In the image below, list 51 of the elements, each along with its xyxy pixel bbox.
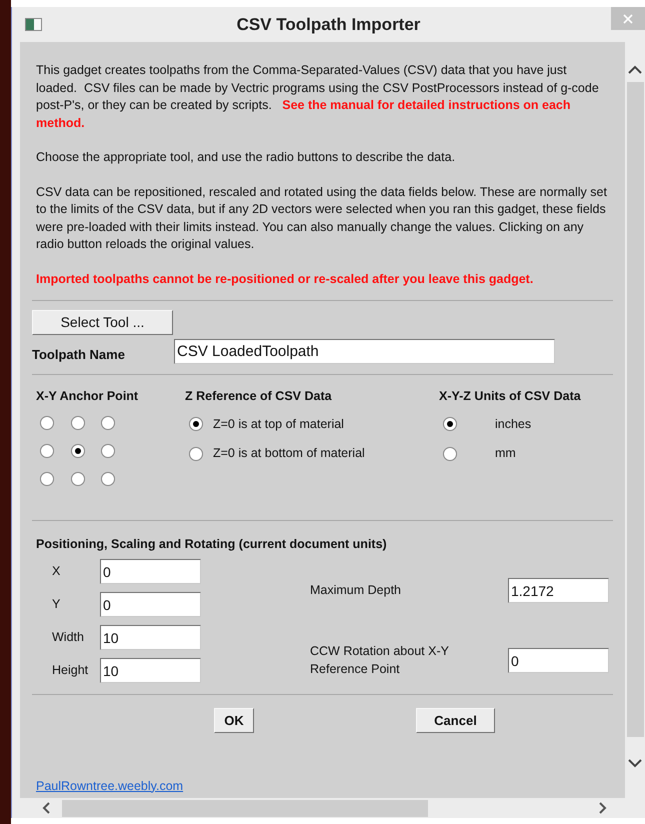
- field-label: Height: [52, 662, 90, 679]
- number-field[interactable]: 10: [100, 658, 201, 683]
- select-tool-button[interactable]: Select Tool ...: [32, 310, 173, 335]
- app-icon: [25, 18, 42, 31]
- radio-button[interactable]: [101, 416, 116, 430]
- radio-button[interactable]: [40, 472, 54, 486]
- depth-field[interactable]: 1.2172: [508, 578, 609, 603]
- radio-button[interactable]: [443, 446, 457, 461]
- rotation-field[interactable]: 0: [508, 648, 609, 673]
- radio-button[interactable]: [40, 416, 54, 430]
- option-label: Z=0 is at bottom of material: [213, 445, 365, 462]
- radio-button[interactable]: [189, 417, 203, 432]
- website-link[interactable]: PaulRowntree.weebly.com: [36, 778, 184, 795]
- warning-text: Imported toolpaths cannot be re-positioned or re-scaled after you leave this gadget.: [36, 270, 534, 288]
- scroll-left-icon[interactable]: [42, 802, 50, 814]
- dialog-button[interactable]: Cancel: [416, 708, 495, 733]
- intro-paragraph: This gadget creates toolpaths from the Comma-Separated-Values (CSV) data that you have just loaded. CSV files can be made by Vectric programs using the CSV PostProcessors instead of g-code post-P's, or they can be created by scripts. See the manual for detailed instructions on each method.: [36, 62, 600, 132]
- number-field[interactable]: 0: [100, 592, 201, 617]
- radio-button[interactable]: [40, 444, 54, 458]
- option-label: mm: [495, 445, 516, 462]
- field-label: Y: [52, 596, 62, 613]
- scroll-right-icon[interactable]: [599, 802, 607, 814]
- number-field[interactable]: 0: [100, 559, 201, 584]
- scroll-down-icon[interactable]: [628, 759, 642, 768]
- section-heading: X-Y Anchor Point: [36, 388, 140, 405]
- close-button[interactable]: [611, 7, 645, 30]
- field-label: CCW Rotation about X-Y Reference Point: [310, 643, 450, 678]
- close-icon: [623, 14, 633, 24]
- section-heading: Positioning, Scaling and Rotating (current document units): [36, 536, 388, 553]
- radio-button[interactable]: [101, 444, 116, 458]
- radio-button[interactable]: [443, 417, 457, 432]
- radio-button[interactable]: [101, 472, 116, 486]
- scroll-up-icon[interactable]: [628, 65, 642, 74]
- radio-button[interactable]: [70, 472, 85, 486]
- number-field[interactable]: 10: [100, 625, 201, 650]
- radio-button[interactable]: [70, 444, 85, 458]
- window-title: CSV Toolpath Importer: [236, 14, 420, 36]
- option-label: Z=0 is at top of material: [213, 416, 344, 433]
- field-label: Toolpath Name: [32, 346, 126, 364]
- paragraph: CSV data can be repositioned, rescaled and rotated using the data fields below. These are normally set to the limits of the CSV data, but if any 2D vectors were selected when you ran this gadget, these fields were pre-loaded with their limits instead. You can also manually change the values. Clicking on any radio button reloads the original values.: [36, 184, 608, 253]
- field-label: Width: [52, 628, 85, 646]
- field-label: X: [52, 562, 62, 580]
- section-heading: Z Reference of CSV Data: [185, 388, 333, 405]
- dialog-button[interactable]: OK: [214, 708, 254, 733]
- field-label: Maximum Depth: [310, 582, 402, 599]
- paragraph: Choose the appropriate tool, and use the radio buttons to describe the data.: [36, 149, 456, 166]
- radio-button[interactable]: [70, 416, 85, 430]
- radio-button[interactable]: [189, 446, 203, 461]
- option-label: inches: [495, 416, 532, 432]
- toolpath-name-field[interactable]: CSV LoadedToolpath: [174, 339, 555, 364]
- section-heading: X-Y-Z Units of CSV Data: [439, 388, 582, 405]
